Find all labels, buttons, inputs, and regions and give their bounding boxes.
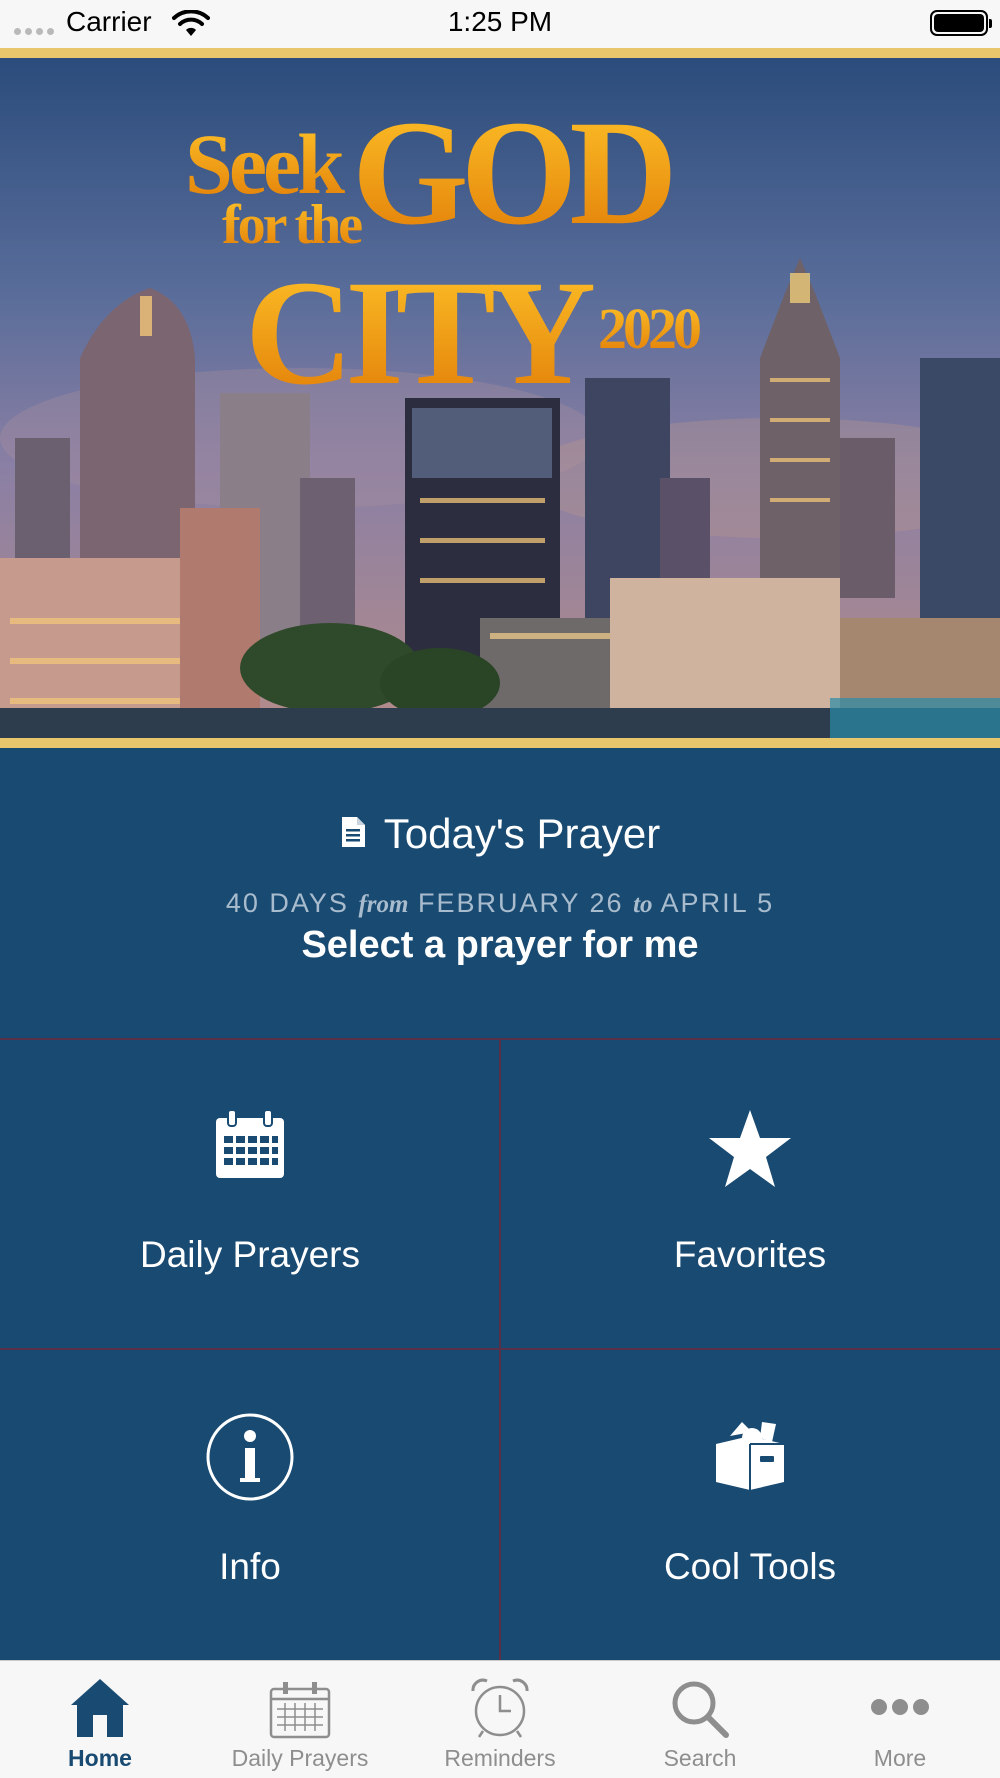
daily-prayers-label: Daily Prayers [140, 1234, 360, 1275]
todays-prayer-header: Today's Prayer [0, 810, 1000, 858]
menu-grid: Daily Prayers Favorites Info Cool Tools [0, 1038, 1000, 1660]
date-range-end: APRIL 5 [660, 888, 775, 918]
info-tile[interactable]: Info [0, 1350, 500, 1660]
daily-prayers-tile[interactable]: Daily Prayers [0, 1038, 500, 1348]
hero-title-year: 2020 [598, 296, 700, 361]
date-range: 40 DAYS from FEBRUARY 26 to APRIL 5 [0, 888, 1000, 919]
tab-home[interactable]: Home [0, 1661, 200, 1778]
select-prayer-button[interactable]: Select a prayer for me [0, 924, 1000, 967]
alarm-clock-icon [400, 1675, 600, 1739]
calendar-icon [200, 1675, 400, 1739]
date-range-days: 40 DAYS [225, 888, 349, 918]
tab-home-label: Home [68, 1745, 132, 1771]
favorites-label: Favorites [673, 1234, 827, 1275]
city-skyline-image: Seek GOD for the CITY 2020 [0, 58, 1000, 738]
tab-reminders[interactable]: Reminders [400, 1661, 600, 1778]
todays-prayer-section[interactable]: Today's Prayer 40 DAYS from FEBRUARY 26 … [0, 748, 1000, 1038]
calendar-icon [0, 1108, 500, 1180]
search-icon [600, 1675, 800, 1739]
hero-title-city: CITY [245, 250, 594, 416]
status-bar: Carrier 1:25 PM [0, 0, 1000, 48]
info-label: Info [219, 1546, 281, 1587]
battery-icon [930, 10, 992, 36]
tab-reminders-label: Reminders [444, 1745, 556, 1771]
more-icon [800, 1675, 1000, 1739]
gold-divider-bottom [0, 738, 1000, 748]
home-icon [0, 1675, 200, 1739]
todays-prayer-title: Today's Prayer [383, 810, 661, 857]
hero-title-god: GOD [352, 90, 670, 256]
date-range-to: to [633, 891, 653, 918]
tab-search-label: Search [663, 1745, 737, 1771]
tab-search[interactable]: Search [600, 1661, 800, 1778]
star-icon [500, 1108, 1000, 1190]
tab-more[interactable]: More [800, 1661, 1000, 1778]
tab-daily-prayers-label: Daily Prayers [231, 1745, 369, 1771]
info-icon [0, 1412, 500, 1502]
gold-divider-top [0, 48, 1000, 58]
date-range-from: from [358, 891, 409, 918]
tab-more-label: More [873, 1745, 927, 1771]
tab-daily-prayers[interactable]: Daily Prayers [200, 1661, 400, 1778]
toolbox-icon [500, 1416, 1000, 1492]
cool-tools-label: Cool Tools [663, 1546, 837, 1587]
home-screen: Carrier 1:25 PM Seek GOD for the CITY 20… [0, 0, 1000, 1778]
tab-bar: Home Daily Prayers Reminders Search More [0, 1660, 1000, 1778]
date-range-start: FEBRUARY 26 [417, 888, 624, 918]
favorites-tile[interactable]: Favorites [500, 1038, 1000, 1348]
status-time: 1:25 PM [447, 6, 553, 37]
grid-divider [499, 1038, 501, 1660]
document-icon [340, 816, 366, 853]
cool-tools-tile[interactable]: Cool Tools [500, 1350, 1000, 1660]
hero-title-for-the: for the [222, 194, 362, 256]
hero-banner: Seek GOD for the CITY 2020 [0, 58, 1000, 738]
